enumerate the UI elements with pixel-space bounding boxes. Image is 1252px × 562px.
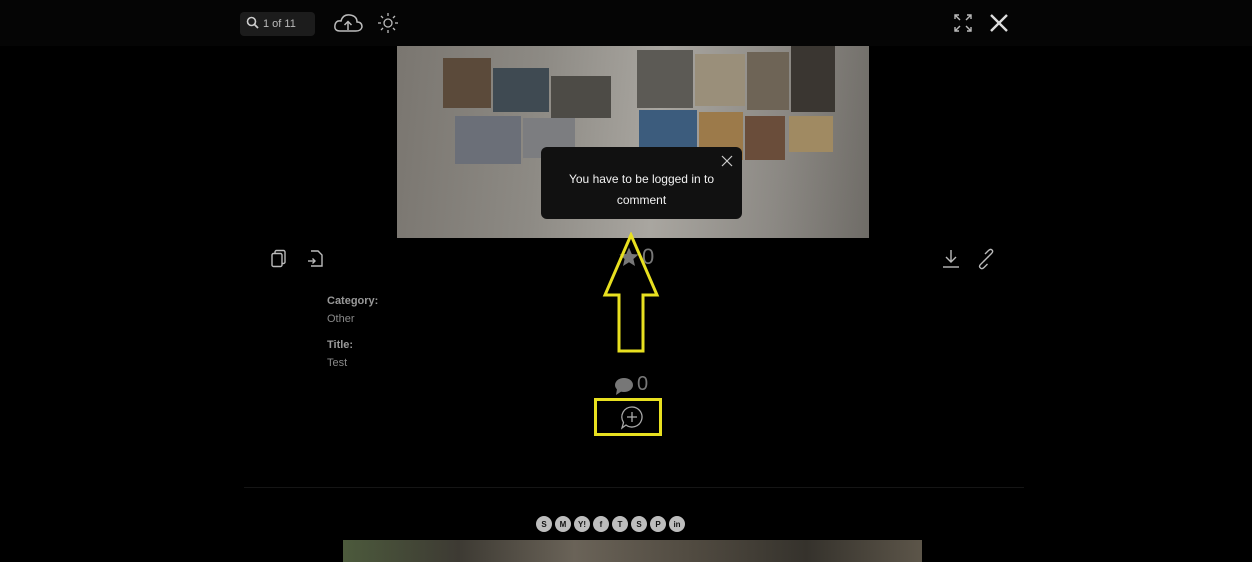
copy-link-button[interactable]: [975, 248, 997, 275]
cloud-upload-icon: [334, 14, 363, 32]
search-icon: [246, 16, 259, 32]
tooltip-message: You have to be logged in to comment: [568, 172, 714, 207]
brightness-button[interactable]: [376, 11, 400, 35]
comments-indicator: [613, 376, 635, 396]
category-label: Category:: [327, 295, 379, 307]
speech-bubble-icon: [615, 378, 633, 395]
next-photo-preview[interactable]: [343, 540, 922, 562]
file-export-icon: [308, 250, 323, 267]
share-telegram-icon[interactable]: T: [612, 516, 628, 532]
copy-button[interactable]: [270, 249, 288, 274]
search-counter-button[interactable]: 1 of 11: [240, 12, 315, 36]
link-icon: [978, 248, 994, 270]
category-value: Other: [327, 313, 355, 325]
share-skype-icon[interactable]: S: [631, 516, 647, 532]
add-comment-button[interactable]: [594, 398, 662, 436]
close-icon: [990, 14, 1008, 32]
fullscreen-icon: [954, 14, 972, 32]
fullscreen-button[interactable]: [952, 12, 974, 34]
section-divider: [244, 487, 1024, 488]
cloud-upload-button[interactable]: [332, 10, 364, 38]
tooltip-close-button[interactable]: [720, 154, 734, 168]
download-button[interactable]: [941, 248, 961, 275]
share-pinterest-icon[interactable]: P: [650, 516, 666, 532]
share-facebook-icon[interactable]: f: [593, 516, 609, 532]
share-yahoo-icon[interactable]: Y!: [574, 516, 590, 532]
download-icon: [943, 250, 959, 268]
add-comment-icon: [620, 406, 643, 430]
share-sms-icon[interactable]: S: [536, 516, 552, 532]
title-value: Test: [327, 357, 348, 369]
title-label: Title:: [327, 339, 354, 351]
share-linkedin-icon[interactable]: in: [669, 516, 685, 532]
file-export-button[interactable]: [306, 248, 326, 275]
comment-count: 0: [637, 373, 649, 395]
login-required-tooltip: You have to be logged in to comment: [541, 147, 742, 219]
copy-icon: [271, 249, 286, 268]
annotation-arrow: [602, 232, 660, 353]
close-icon: [721, 155, 733, 167]
viewer-toolbar: 1 of 11: [0, 0, 1252, 46]
close-viewer-button[interactable]: [986, 10, 1012, 36]
brightness-icon: [378, 13, 398, 33]
share-bar: S M Y! f T S P in: [536, 516, 685, 532]
search-counter-text: 1 of 11: [263, 18, 296, 30]
share-email-icon[interactable]: M: [555, 516, 571, 532]
